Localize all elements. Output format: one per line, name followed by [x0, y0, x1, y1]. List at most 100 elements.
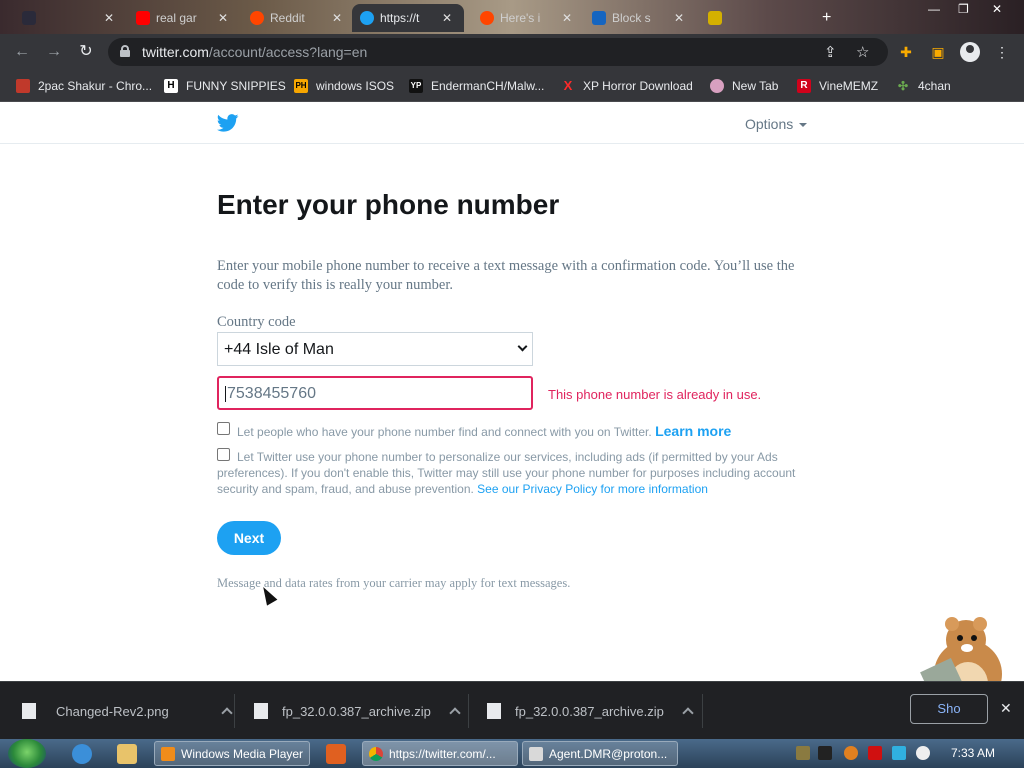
taskbar-windows-media-player[interactable]: Windows Media Player: [154, 741, 310, 766]
folder-icon[interactable]: [117, 744, 137, 764]
chevron-up-icon[interactable]: [682, 707, 694, 719]
discoverability-checkbox[interactable]: [217, 422, 230, 435]
mail-icon: [529, 746, 543, 761]
options-dropdown[interactable]: Options: [745, 116, 808, 132]
tab-youtube[interactable]: real gar ✕: [128, 4, 240, 32]
bookmark-icon: [16, 79, 30, 93]
close-icon[interactable]: ✕: [562, 11, 572, 25]
extensions-puzzle-icon[interactable]: ✚: [896, 42, 916, 62]
youtube-icon: [136, 11, 150, 25]
tray-app-icon[interactable]: [796, 746, 810, 760]
taskbar-chrome[interactable]: https://twitter.com/...: [362, 741, 518, 766]
show-all-downloads-button[interactable]: Sho: [910, 694, 988, 724]
download-item[interactable]: fp_32.0.0.387_archive.zip: [487, 694, 694, 728]
bookmark-4chan[interactable]: ✣ 4chan: [896, 77, 951, 95]
star-icon[interactable]: ☆: [856, 43, 869, 61]
profile-avatar[interactable]: [960, 42, 980, 62]
twitter-icon: [360, 11, 374, 25]
tray-speaker-icon[interactable]: [916, 746, 930, 760]
tab-block[interactable]: Block s ✕: [584, 4, 696, 32]
tab-reddit[interactable]: Reddit ✕: [242, 4, 352, 32]
share-icon[interactable]: ⇪: [824, 43, 837, 61]
twitter-top-nav: Options: [0, 103, 1024, 144]
app-icon[interactable]: [326, 744, 346, 764]
forward-arrow-icon[interactable]: →: [44, 42, 64, 62]
learn-more-link[interactable]: Learn more: [655, 423, 731, 439]
reddit-icon: [250, 11, 264, 25]
country-code-label: Country code: [217, 314, 296, 330]
zip-file-icon: [254, 703, 268, 719]
ph-icon: PH: [294, 79, 308, 93]
tray-monitor-icon[interactable]: [892, 746, 906, 760]
taskbar-clock[interactable]: 7:33 AM: [951, 746, 995, 760]
divider: [468, 694, 469, 728]
start-orb-button[interactable]: [8, 739, 46, 768]
media-player-icon: [161, 746, 175, 761]
next-button[interactable]: Next: [217, 521, 281, 555]
text-caret: [225, 385, 226, 402]
globe-icon: [710, 79, 724, 93]
internet-explorer-icon[interactable]: [72, 744, 92, 764]
side-panel-icon[interactable]: ▣: [928, 42, 948, 62]
chevron-up-icon[interactable]: [449, 707, 461, 719]
download-item[interactable]: Changed-Rev2.png: [22, 694, 233, 728]
h-icon: H: [164, 79, 178, 93]
divider: [702, 694, 703, 728]
bookmark-vinememz[interactable]: R VineMEMZ: [797, 77, 878, 95]
download-item[interactable]: fp_32.0.0.387_archive.zip: [254, 694, 461, 728]
tab-twitter-active[interactable]: https://t ✕: [352, 4, 464, 32]
tab-reddit-2[interactable]: Here's i ✕: [472, 4, 582, 32]
r-icon: R: [797, 79, 811, 93]
lock-icon: [120, 45, 130, 57]
country-code-select[interactable]: +44 Isle of Man: [217, 332, 533, 366]
chrome-icon: [369, 746, 383, 761]
bookmark-windows-isos[interactable]: PH windows ISOS: [294, 77, 394, 95]
close-icon[interactable]: ✕: [442, 11, 452, 25]
bookmark-new-tab[interactable]: New Tab: [710, 77, 778, 95]
close-window-icon[interactable]: ✕: [992, 2, 1002, 16]
zip-file-icon: [487, 703, 501, 719]
butterfly-icon: [22, 11, 36, 25]
page-title: Enter your phone number: [217, 189, 560, 220]
close-icon[interactable]: ✕: [1000, 700, 1012, 717]
bookmark-funny-snippies[interactable]: H FUNNY SNIPPIES: [164, 77, 286, 95]
address-bar[interactable]: twitter.com/account/access?lang=en ⇪ ☆: [108, 38, 888, 66]
taskbar-mail[interactable]: Agent.DMR@proton...: [522, 741, 678, 766]
browser-tab-strip: ✕ real gar ✕ Reddit ✕ https://t ✕ Here's…: [0, 0, 1024, 34]
tray-flag-icon[interactable]: [868, 746, 882, 760]
maximize-icon[interactable]: ❐: [958, 2, 969, 16]
caret-down-icon: [799, 123, 808, 128]
clover-icon: ✣: [897, 79, 909, 93]
bookmark-endermanch[interactable]: YP EndermanCH/Malw...: [409, 77, 544, 95]
browser-toolbar: ← → ↻ twitter.com/account/access?lang=en…: [0, 34, 1024, 70]
new-tab-button[interactable]: +: [814, 4, 838, 32]
tray-search-icon[interactable]: [844, 746, 858, 760]
minimize-icon[interactable]: —: [928, 2, 940, 16]
page-content: Options Enter your phone number Enter yo…: [0, 103, 1024, 681]
tab-butterfly[interactable]: ✕: [14, 4, 126, 32]
bookmark-xp-horror[interactable]: X XP Horror Download: [561, 77, 693, 95]
page-description: Enter your mobile phone number to receiv…: [217, 258, 795, 293]
bookmarks-bar: 2pac Shakur - Chro... H FUNNY SNIPPIES P…: [0, 70, 1024, 102]
tab-misc[interactable]: [700, 4, 740, 32]
discoverability-label: Let people who have your phone number fi…: [237, 423, 732, 439]
close-icon[interactable]: ✕: [674, 11, 684, 25]
personalization-label: Let Twitter use your phone number to per…: [217, 450, 796, 496]
phone-error-message: This phone number is already in use.: [548, 387, 762, 402]
twitter-bird-icon[interactable]: [217, 114, 239, 132]
windows-taskbar: Windows Media Player https://twitter.com…: [0, 739, 1024, 768]
phone-number-input[interactable]: 7538455760: [217, 376, 533, 410]
chevron-down-icon: [517, 341, 528, 352]
chevron-up-icon[interactable]: [221, 707, 233, 719]
close-icon[interactable]: ✕: [332, 11, 342, 25]
divider: [234, 694, 235, 728]
close-icon[interactable]: ✕: [218, 11, 228, 25]
bookmark-2pac[interactable]: 2pac Shakur - Chro...: [16, 77, 152, 95]
privacy-policy-link[interactable]: See our Privacy Policy for more informat…: [477, 482, 708, 496]
back-arrow-icon[interactable]: ←: [12, 42, 32, 62]
reddit-icon: [480, 11, 494, 25]
tray-checkmark-icon[interactable]: [818, 746, 832, 760]
close-icon[interactable]: ✕: [104, 11, 114, 25]
reload-icon[interactable]: ↻: [76, 42, 96, 62]
kebab-menu-icon[interactable]: ⋮: [992, 42, 1012, 62]
